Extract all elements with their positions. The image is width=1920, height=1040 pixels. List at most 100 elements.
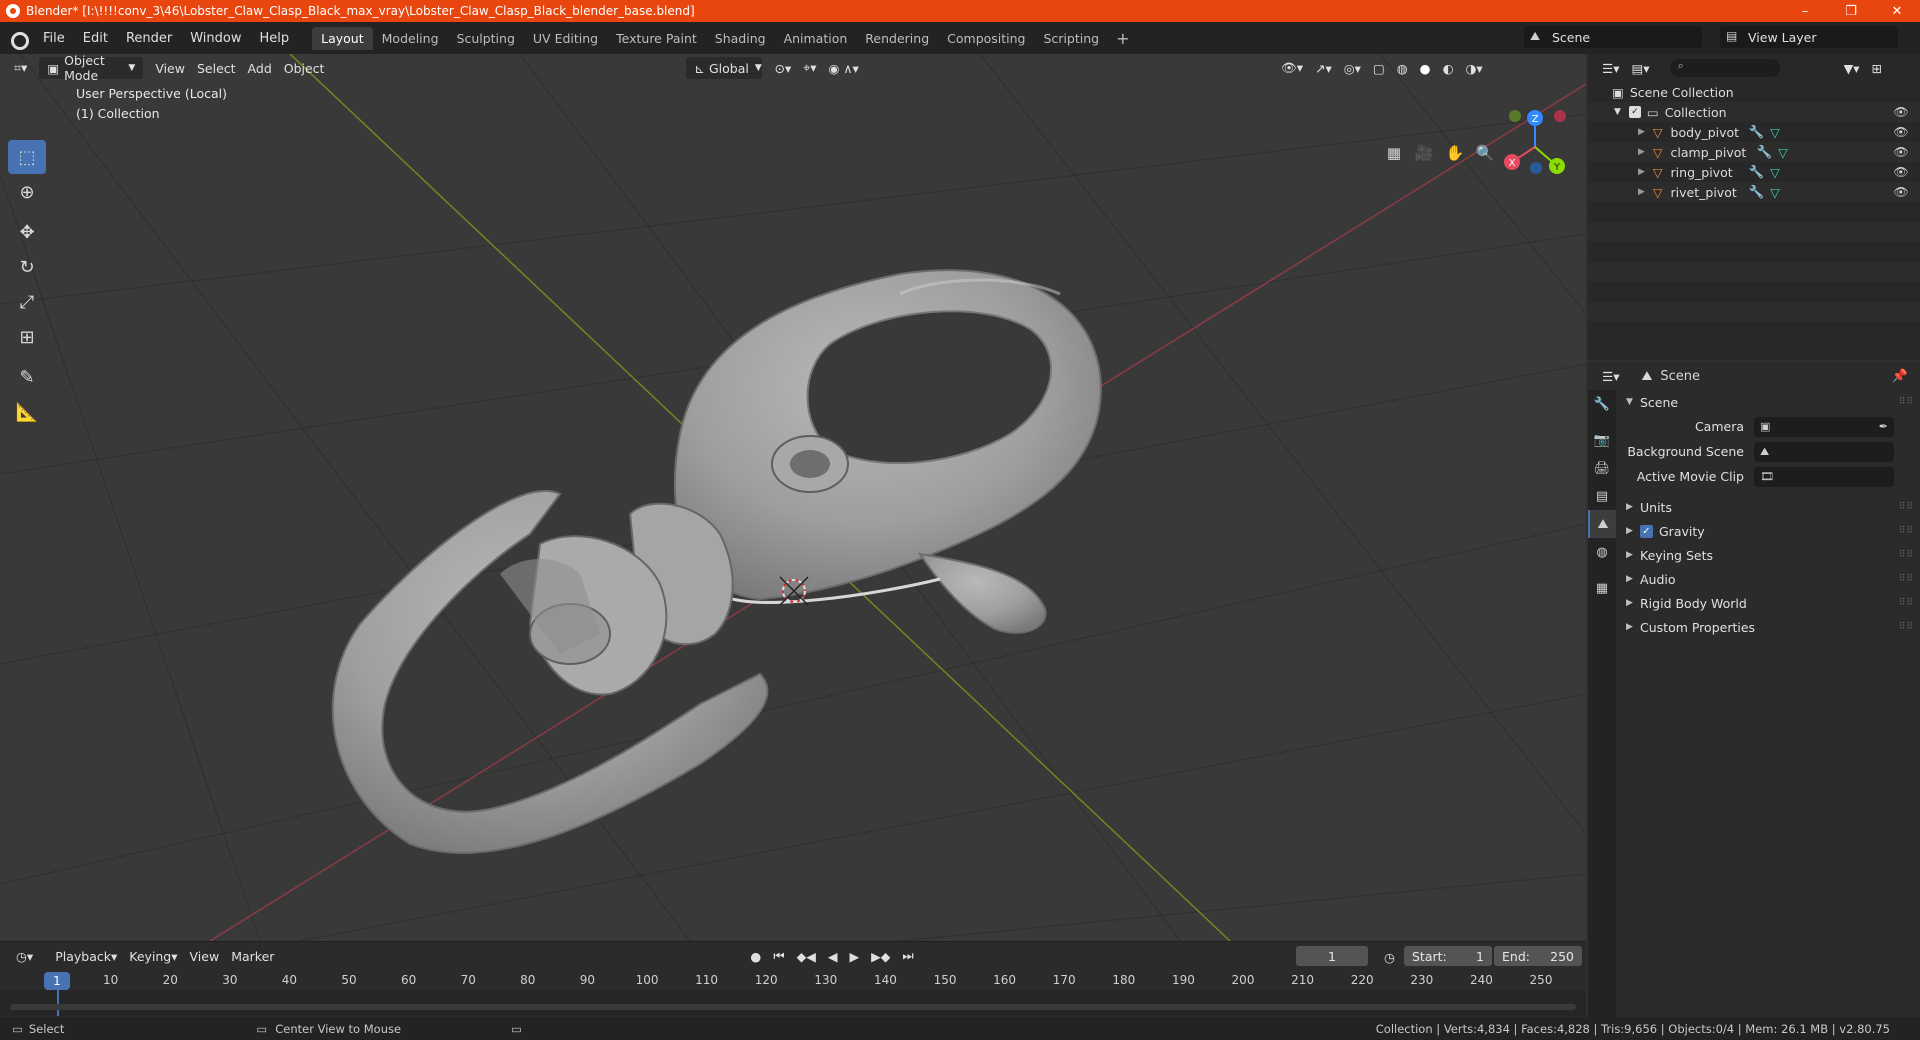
modifier-wrench-icon[interactable]: 🔧 <box>1749 124 1765 140</box>
mesh-data-icon[interactable]: ▽ <box>1770 165 1780 180</box>
add-workspace-button[interactable]: + <box>1108 29 1137 48</box>
snap-icon[interactable]: ⌖▾ <box>797 57 822 79</box>
world-tab-icon[interactable]: ◍ <box>1588 538 1616 566</box>
audio-panel-header[interactable]: ▶ Audio ⠿⠿ <box>1618 567 1920 591</box>
new-collection-icon[interactable]: ⊞ <box>1865 57 1887 79</box>
shading-rendered-icon[interactable]: ◑▾ <box>1460 57 1489 79</box>
tab-animation[interactable]: Animation <box>775 27 857 50</box>
play-reverse-icon[interactable]: ◀ <box>822 945 844 967</box>
measure-tool-icon[interactable]: 📐 <box>8 395 46 429</box>
shading-solid-icon[interactable]: ● <box>1414 57 1437 79</box>
timeline-scrollbar[interactable] <box>10 1004 1576 1010</box>
end-frame-field[interactable]: End: 250 <box>1494 946 1582 966</box>
outliner-row-object[interactable]: ▶ ▽ clamp_pivot 🔧 ▽ 👁 <box>1588 142 1920 162</box>
rotate-tool-icon[interactable]: ↻ <box>8 250 46 284</box>
custom-properties-panel-header[interactable]: ▶ Custom Properties ⠿⠿ <box>1618 615 1920 639</box>
select-box-tool-icon[interactable]: ⬚ <box>8 140 46 174</box>
timeline-editor-type-icon[interactable]: ◷▾ <box>10 945 39 967</box>
timeline-track-area[interactable] <box>0 990 1586 1016</box>
eye-icon[interactable]: 👁 <box>1893 105 1908 119</box>
outliner-row-object[interactable]: ▶ ▽ ring_pivot 🔧 ▽ 👁 <box>1588 162 1920 182</box>
tab-layout[interactable]: Layout <box>312 26 373 50</box>
pivot-point-icon[interactable]: ⊙▾ <box>768 57 797 79</box>
prev-keyframe-icon[interactable]: ◆◀ <box>791 945 822 967</box>
modifier-wrench-icon[interactable]: 🔧 <box>1749 184 1765 200</box>
frame-ruler[interactable]: 1 10 20 30 40 50 60 70 80 90 100 110 120 130 140 150 16… <box>0 970 1586 990</box>
eye-icon[interactable]: 👁 <box>1893 165 1908 179</box>
timeline-menu-view[interactable]: View <box>184 945 226 967</box>
current-frame-field[interactable]: 1 <box>1296 946 1368 966</box>
transform-tool-icon[interactable]: ⊞ <box>8 320 46 354</box>
tab-sculpting[interactable]: Sculpting <box>448 27 524 50</box>
editor-type-icon[interactable]: ⌗▾ <box>8 57 33 79</box>
menu-window[interactable]: Window <box>181 22 250 54</box>
scene-selector[interactable]: ⛰ Scene <box>1524 26 1702 48</box>
eye-icon[interactable]: 👁 <box>1893 145 1908 159</box>
expand-triangle-icon[interactable]: ▶ <box>1638 127 1645 137</box>
scene-panel-header[interactable]: ▼ Scene ⠿⠿ <box>1618 390 1920 414</box>
shading-wireframe-icon[interactable]: ◍ <box>1391 57 1414 79</box>
viewport-menu-view[interactable]: View <box>149 57 191 79</box>
mesh-data-icon[interactable]: ▽ <box>1770 125 1780 140</box>
camera-view-icon[interactable]: 🎥 <box>1410 139 1438 167</box>
outliner-row-object[interactable]: ▶ ▽ rivet_pivot 🔧 ▽ 👁 <box>1588 182 1920 202</box>
tab-compositing[interactable]: Compositing <box>938 27 1034 50</box>
gizmo-neg-z-handle[interactable] <box>1530 162 1542 174</box>
drag-handle-icon[interactable]: ⠿⠿ <box>1899 502 1914 512</box>
perspective-grid-icon[interactable]: ▦ <box>1380 139 1408 167</box>
auto-keying-clock-icon[interactable]: ◷ <box>1378 946 1401 968</box>
gravity-panel-header[interactable]: ▶ ✓ Gravity ⠿⠿ <box>1618 519 1920 543</box>
outliner-editor-type-icon[interactable]: ☰▾ <box>1596 57 1625 79</box>
eyedropper-icon[interactable]: ✒ <box>1879 420 1888 433</box>
viewport-canvas[interactable] <box>0 54 1586 941</box>
active-movie-clip-field[interactable]: 🎞 <box>1754 466 1894 487</box>
expand-triangle-icon[interactable]: ▶ <box>1638 167 1645 177</box>
mode-dropdown[interactable]: ▣ Object Mode ▼ <box>39 54 144 83</box>
mesh-data-icon[interactable]: ▽ <box>1778 145 1788 160</box>
gizmo-toggle-icon[interactable]: ↗▾ <box>1309 57 1338 79</box>
close-button[interactable]: ✕ <box>1874 0 1920 22</box>
view-layer-tab-icon[interactable]: ▤ <box>1588 482 1616 510</box>
outliner-row-object[interactable]: ▶ ▽ body_pivot 🔧 ▽ 👁 <box>1588 122 1920 142</box>
overlays-toggle-icon[interactable]: ◎▾ <box>1338 57 1367 79</box>
tab-rendering[interactable]: Rendering <box>856 27 938 50</box>
tab-texture-paint[interactable]: Texture Paint <box>607 27 706 50</box>
pin-icon[interactable]: 📌 <box>1892 369 1908 384</box>
modifier-wrench-icon[interactable]: 🔧 <box>1757 144 1773 160</box>
modifier-wrench-icon[interactable]: 🔧 <box>1749 164 1765 180</box>
scale-tool-icon[interactable]: ⤢ <box>8 285 46 319</box>
timeline-menu-keying[interactable]: Keying ▾ <box>123 945 183 967</box>
expand-triangle-icon[interactable]: ▶ <box>1638 147 1645 157</box>
rigid-body-world-panel-header[interactable]: ▶ Rigid Body World ⠿⠿ <box>1618 591 1920 615</box>
view-layer-selector[interactable]: ▤ View Layer <box>1720 26 1898 48</box>
drag-handle-icon[interactable]: ⠿⠿ <box>1899 550 1914 560</box>
render-tab-icon[interactable]: 📷 <box>1588 426 1616 454</box>
pan-hand-icon[interactable]: ✋ <box>1441 139 1469 167</box>
display-mode-icon[interactable]: ▤▾ <box>1625 57 1655 79</box>
tab-scripting[interactable]: Scripting <box>1035 27 1109 50</box>
outliner-search-input[interactable]: ⌕ <box>1669 59 1780 77</box>
viewport-menu-add[interactable]: Add <box>242 57 278 79</box>
drag-handle-icon[interactable]: ⠿⠿ <box>1899 526 1914 536</box>
scene-tab-icon[interactable]: ⛰ <box>1588 510 1616 538</box>
timeline-menu-playback[interactable]: Playback ▾ <box>49 945 123 967</box>
record-icon[interactable]: ● <box>744 945 767 967</box>
next-keyframe-icon[interactable]: ▶◆ <box>865 945 896 967</box>
expand-triangle-icon[interactable]: ▼ <box>1614 107 1621 117</box>
lobster-claw-clasp-model[interactable] <box>331 269 1102 854</box>
menu-file[interactable]: File <box>34 22 74 54</box>
tool-settings-tab-icon[interactable]: 🔧 <box>1588 390 1616 418</box>
minimize-button[interactable]: – <box>1782 0 1828 22</box>
move-tool-icon[interactable]: ✥ <box>8 215 46 249</box>
annotate-tool-icon[interactable]: ✎ <box>8 360 46 394</box>
gravity-checkbox[interactable]: ✓ <box>1640 524 1653 538</box>
mesh-data-icon[interactable]: ▽ <box>1770 185 1780 200</box>
shading-material-icon[interactable]: ◐ <box>1437 57 1460 79</box>
output-tab-icon[interactable]: 🖨 <box>1588 454 1616 482</box>
viewport-menu-select[interactable]: Select <box>191 57 242 79</box>
navigation-gizmo[interactable]: Z X Y <box>1490 102 1580 192</box>
expand-triangle-icon[interactable]: ▶ <box>1638 187 1645 197</box>
transform-orientation-dropdown[interactable]: ⊾ Global ▼ <box>686 57 763 79</box>
eye-icon[interactable]: 👁 <box>1893 185 1908 199</box>
current-frame-indicator[interactable]: 1 <box>44 972 70 990</box>
